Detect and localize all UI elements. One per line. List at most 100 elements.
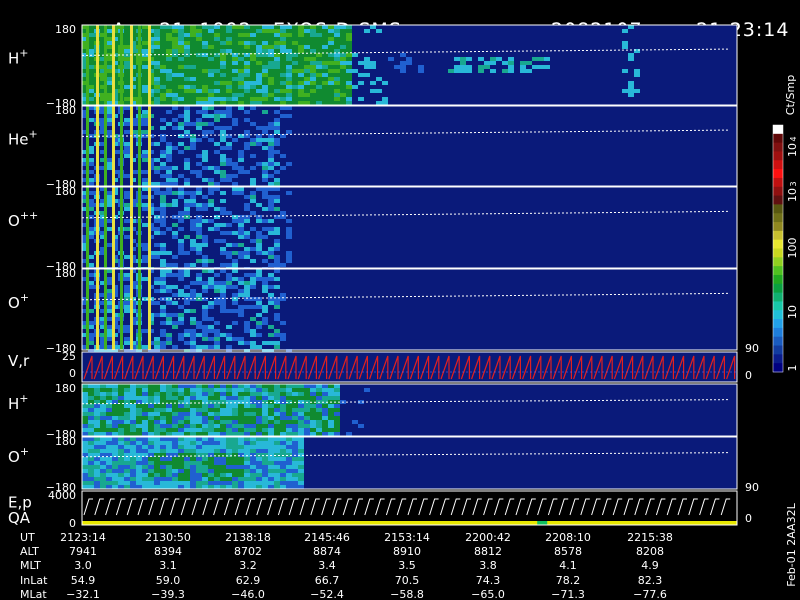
spectrogram-cell (406, 57, 412, 61)
spectrogram-cell (202, 481, 208, 485)
spectrogram-cell (184, 118, 190, 122)
spectrogram-cell (304, 69, 310, 73)
spectrogram-cell (214, 33, 220, 37)
spectrogram-cell (214, 301, 220, 305)
spectrogram-cell (196, 404, 202, 408)
spectrogram-cell (88, 416, 94, 420)
spectrogram-cell (298, 89, 304, 93)
spectrogram-cell (178, 101, 184, 105)
spectrogram-cell (136, 449, 142, 453)
spectrogram-cell (124, 325, 130, 329)
spectrogram-cell (280, 333, 286, 337)
spectrogram-cell (340, 25, 346, 29)
spectrogram-cell (172, 118, 178, 122)
spectrogram-cell (244, 384, 250, 388)
spectrogram-cell (124, 41, 130, 45)
spectrogram-cell (310, 428, 316, 432)
spectrogram-cell (142, 93, 148, 97)
spectrogram-cell (100, 388, 106, 392)
spectrogram-cell (286, 420, 292, 424)
spectrogram-cell (226, 273, 232, 277)
spectrogram-cell (208, 69, 214, 73)
spectrogram-cell (214, 170, 220, 174)
spectrogram-cell (226, 388, 232, 392)
spectrogram-cell (274, 61, 280, 65)
spectrogram-cell (280, 263, 286, 267)
spectrogram-cell (160, 251, 166, 255)
spectrogram-cell (142, 154, 148, 158)
spectrogram-cell (274, 182, 280, 186)
spectrogram-cell (226, 61, 232, 65)
spectrogram-cell (250, 182, 256, 186)
spectrogram-cell (178, 277, 184, 281)
spectrogram-cell (220, 333, 226, 337)
spectrogram-cell (208, 420, 214, 424)
spectrogram-cell (178, 134, 184, 138)
spectrogram-cell (226, 457, 232, 461)
spectrogram-cell (316, 25, 322, 29)
spectrogram-cell (124, 273, 130, 277)
spectrogram-cell (316, 432, 322, 436)
spectrogram-cell (262, 195, 268, 199)
spectrogram-cell (166, 81, 172, 85)
spectrogram-cell (226, 69, 232, 73)
panel-1 (81, 24, 738, 106)
spectrogram-cell (262, 317, 268, 321)
spectrogram-cell (154, 25, 160, 29)
spectrogram-cell (310, 57, 316, 61)
spectrogram-cell (634, 69, 640, 73)
spectrogram-cell (208, 465, 214, 469)
spectrogram-cell (238, 400, 244, 404)
spectrogram-cell (154, 61, 160, 65)
spectrogram-cell (310, 33, 316, 37)
spectrogram-cell (286, 106, 292, 110)
colorbar-swatch (773, 266, 783, 276)
spectrogram-cell (274, 329, 280, 333)
axis-tick-top: 180 (55, 267, 76, 280)
axis-tick-right: 0 (745, 369, 752, 382)
spectrogram-cell (184, 89, 190, 93)
spectrogram-cell (82, 485, 88, 489)
spectrogram-cell (190, 195, 196, 199)
spectrogram-cell (298, 85, 304, 89)
spectrogram-cell (322, 57, 328, 61)
spectrogram-cell (226, 281, 232, 285)
spectrogram-cell (220, 281, 226, 285)
spectrogram-cell (178, 89, 184, 93)
spectrogram-cell (124, 437, 130, 441)
spectrogram-cell (250, 97, 256, 101)
spectrogram-cell (286, 235, 292, 239)
spectrogram-cell (214, 166, 220, 170)
spectrogram-cell (220, 445, 226, 449)
spectrogram-cell (244, 441, 250, 445)
spectrogram-cell (340, 37, 346, 41)
spectrogram-cell (268, 255, 274, 259)
spectrogram-cell (166, 174, 172, 178)
spectrogram-cell (274, 231, 280, 235)
spectrogram-cell (178, 469, 184, 473)
spectrogram-cell (154, 469, 160, 473)
spectrogram-cell (226, 97, 232, 101)
spectrogram-cell (280, 485, 286, 489)
spectrogram-cell (202, 178, 208, 182)
panel-label: He+ (8, 127, 38, 148)
spectrogram-cell (286, 457, 292, 461)
spectrogram-cell (274, 301, 280, 305)
spectrogram-cell (256, 219, 262, 223)
spectrogram-cell (268, 89, 274, 93)
spectrogram-cell (154, 89, 160, 93)
spectrogram-cell (250, 122, 256, 126)
spectrogram-cell (274, 481, 280, 485)
spectrogram-cell (238, 61, 244, 65)
spectrogram-cell (316, 392, 322, 396)
spectrogram-cell (232, 432, 238, 436)
spectrogram-cell (220, 61, 226, 65)
spectrogram-cell (244, 445, 250, 449)
spectrogram-cell (262, 408, 268, 412)
spectrogram-cell (172, 191, 178, 195)
spectrogram-cell (274, 477, 280, 481)
spectrogram-cell (268, 251, 274, 255)
spectrogram-cell (202, 461, 208, 465)
spectrogram-cell (340, 69, 346, 73)
spectrogram-cell (304, 420, 310, 424)
